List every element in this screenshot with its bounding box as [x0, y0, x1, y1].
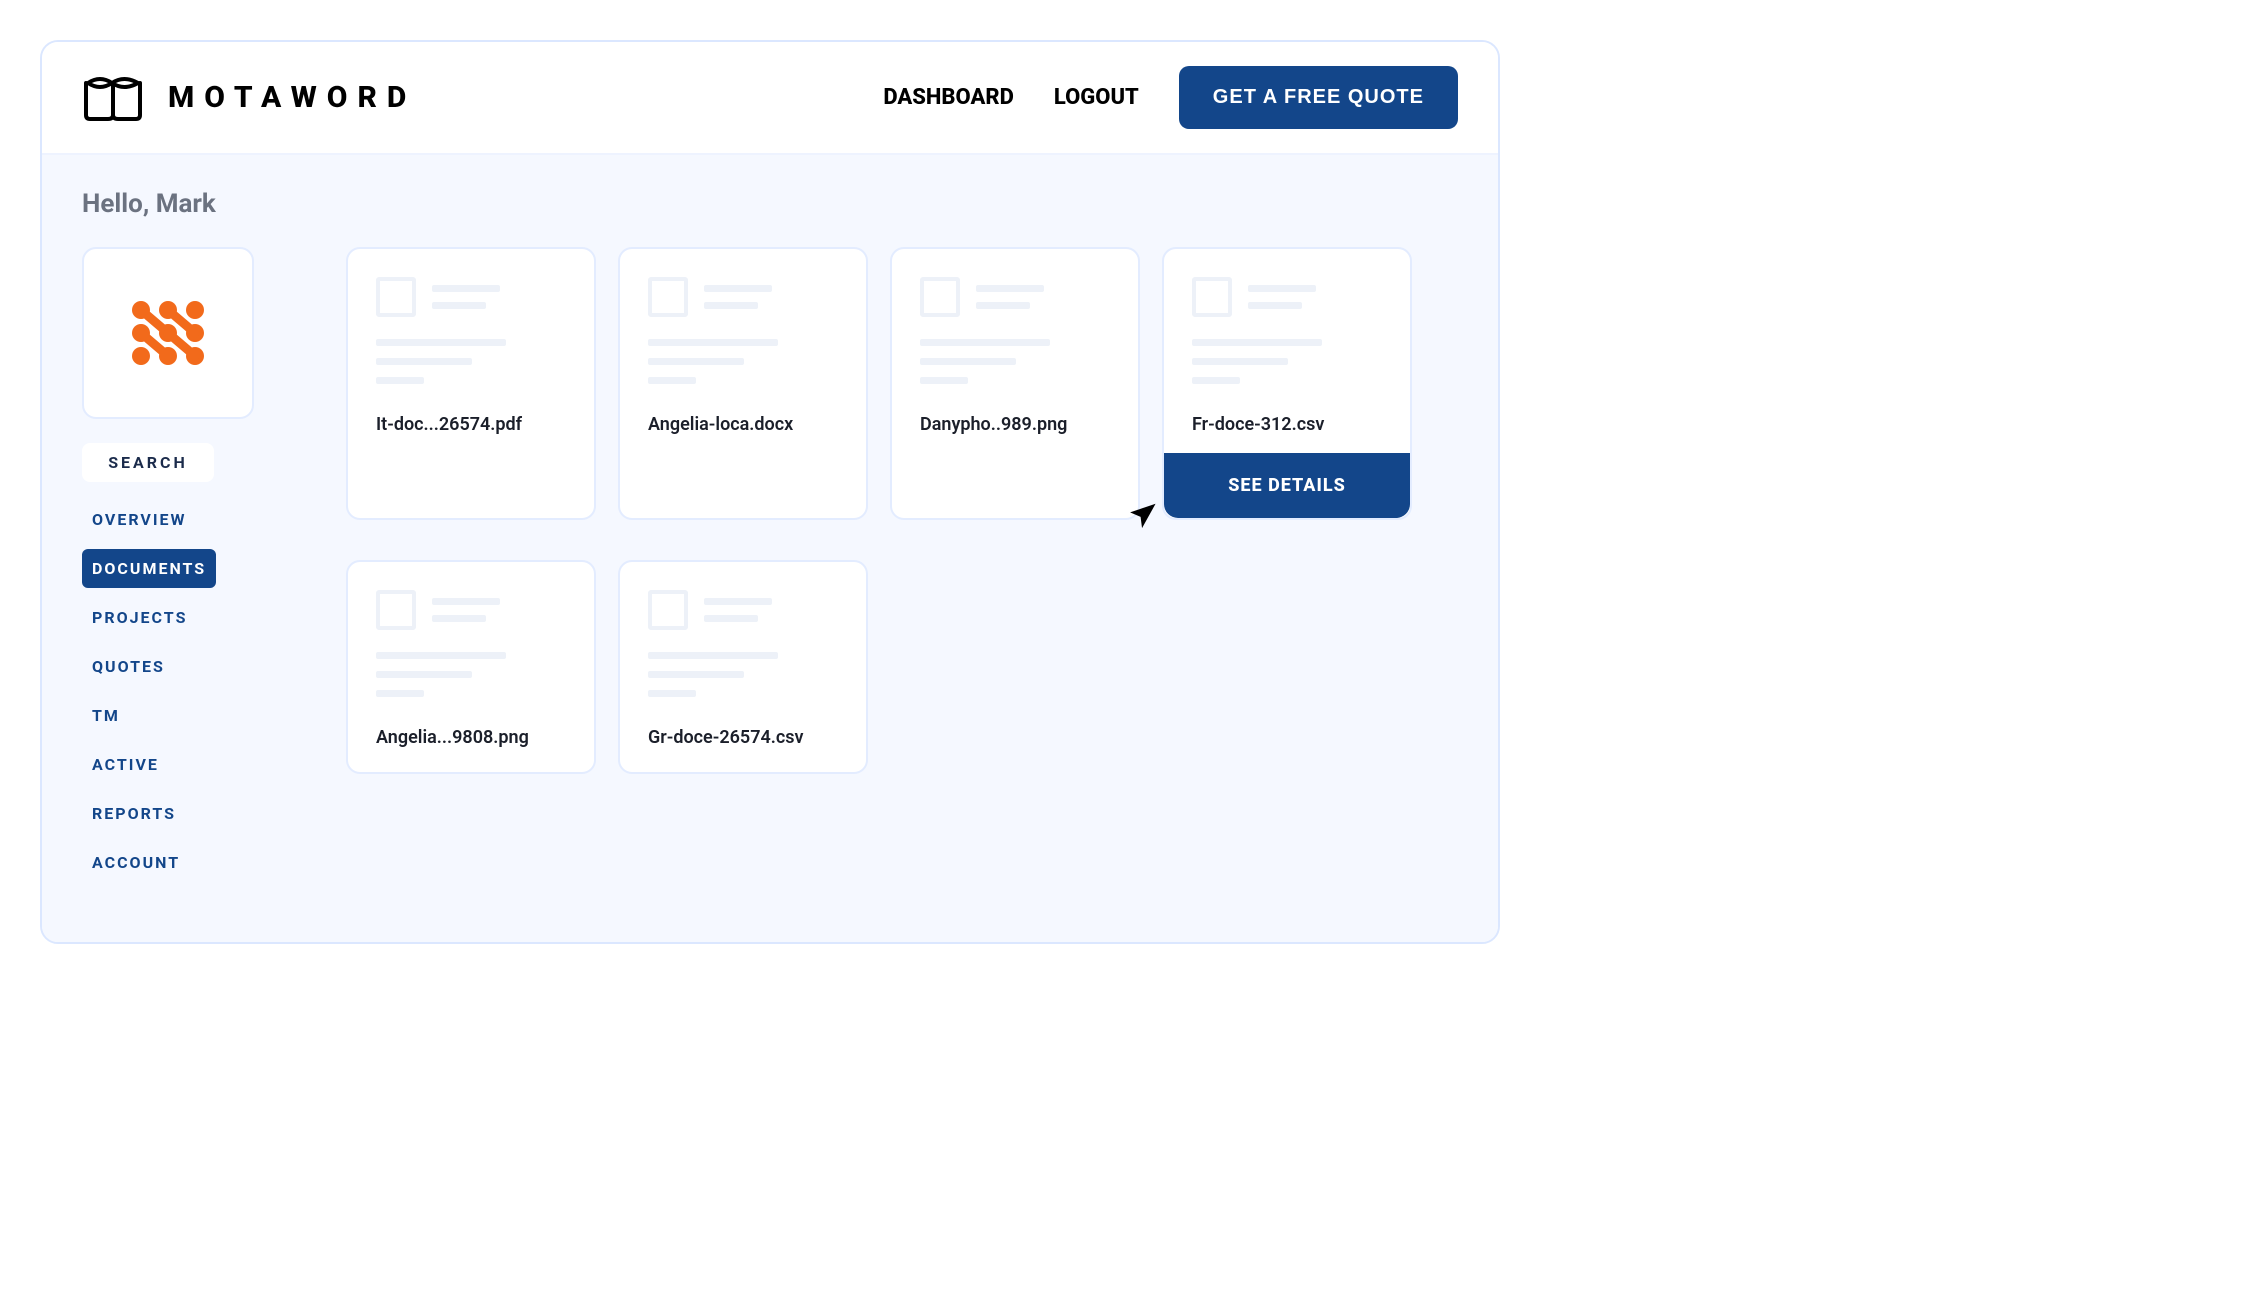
- sidebar-item-active[interactable]: ACTIVE: [82, 745, 169, 784]
- brand-name: MOTAWORD: [168, 80, 416, 115]
- document-card[interactable]: Danypho..989.png: [890, 247, 1140, 520]
- doc-thumbnail-placeholder: [920, 277, 1110, 384]
- greeting: Hello, Mark: [82, 189, 1458, 219]
- document-card[interactable]: Angelia-loca.docx: [618, 247, 868, 520]
- doc-thumbnail-placeholder: [1192, 277, 1382, 384]
- sidebar-item-reports[interactable]: REPORTS: [82, 794, 186, 833]
- document-name: Angelia...9808.png: [376, 727, 566, 748]
- sidebar-item-projects[interactable]: PROJECTS: [82, 598, 197, 637]
- brand-logo-icon: [82, 73, 144, 123]
- sidebar-nav: OVERVIEW DOCUMENTS PROJECTS QUOTES TM AC…: [82, 500, 282, 882]
- sidebar-item-account[interactable]: ACCOUNT: [82, 843, 190, 882]
- document-card[interactable]: It-doc...26574.pdf: [346, 247, 596, 520]
- nav-dashboard[interactable]: DASHBOARD: [883, 85, 1014, 110]
- doc-thumbnail-placeholder: [376, 590, 566, 697]
- sidebar-item-tm[interactable]: TM: [82, 696, 130, 735]
- document-name: Fr-doce-312.csv: [1192, 414, 1382, 435]
- document-card[interactable]: Gr-doce-26574.csv: [618, 560, 868, 774]
- app-window: MOTAWORD DASHBOARD LOGOUT GET A FREE QUO…: [40, 40, 1500, 944]
- document-name: Danypho..989.png: [920, 414, 1110, 435]
- doc-thumbnail-placeholder: [648, 277, 838, 384]
- see-details-button[interactable]: SEE DETAILS: [1164, 453, 1410, 518]
- doc-thumbnail-placeholder: [648, 590, 838, 697]
- document-name: Angelia-loca.docx: [648, 414, 838, 435]
- topnav: DASHBOARD LOGOUT GET A FREE QUOTE: [883, 66, 1458, 129]
- document-name: It-doc...26574.pdf: [376, 414, 566, 435]
- sidebar-search[interactable]: SEARCH: [82, 443, 214, 482]
- sidebar: SEARCH OVERVIEW DOCUMENTS PROJECTS QUOTE…: [82, 247, 282, 882]
- sidebar-item-documents[interactable]: DOCUMENTS: [82, 549, 216, 588]
- topbar: MOTAWORD DASHBOARD LOGOUT GET A FREE QUO…: [42, 42, 1498, 155]
- doc-thumbnail-placeholder: [376, 277, 566, 384]
- content-area: Hello, Mark: [42, 155, 1498, 942]
- brand: MOTAWORD: [82, 73, 416, 123]
- get-quote-button[interactable]: GET A FREE QUOTE: [1179, 66, 1458, 129]
- org-card[interactable]: [82, 247, 254, 419]
- org-logo-icon: [129, 298, 207, 368]
- documents-grid: It-doc...26574.pdf Angelia-loca.docx Dan…: [346, 247, 1412, 774]
- document-card-hover[interactable]: Fr-doce-312.csv SEE DETAILS: [1162, 247, 1412, 520]
- cursor-pointer-icon: [1124, 496, 1160, 536]
- layout: SEARCH OVERVIEW DOCUMENTS PROJECTS QUOTE…: [82, 247, 1458, 882]
- document-name: Gr-doce-26574.csv: [648, 727, 838, 748]
- nav-logout[interactable]: LOGOUT: [1054, 85, 1139, 110]
- document-card[interactable]: Angelia...9808.png: [346, 560, 596, 774]
- sidebar-item-overview[interactable]: OVERVIEW: [82, 500, 197, 539]
- sidebar-item-quotes[interactable]: QUOTES: [82, 647, 175, 686]
